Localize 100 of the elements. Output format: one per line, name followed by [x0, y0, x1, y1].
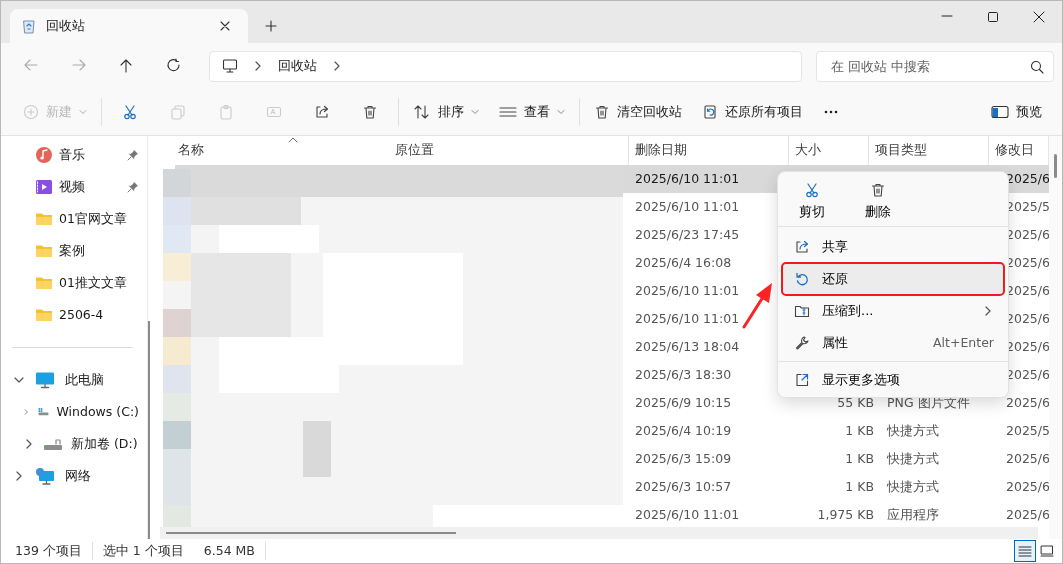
tree-item[interactable]: 网络: [1, 460, 147, 492]
scissors-icon: [804, 182, 820, 198]
empty-bin-button[interactable]: 清空回收站: [584, 95, 692, 129]
caret-icon: [79, 108, 87, 116]
refresh-icon: [165, 58, 182, 74]
sidebar-item[interactable]: 视频: [1, 171, 147, 203]
table-cell-text: 2025/6/10 11:01: [634, 169, 741, 188]
table-cell-text: 2025/6/10 11:01: [634, 281, 741, 300]
preview-button[interactable]: 预览: [981, 95, 1052, 129]
undo-icon: [794, 271, 810, 287]
address-bar[interactable]: 回收站: [208, 50, 802, 82]
folder-icon: [35, 275, 53, 291]
tree-item[interactable]: Windows (C:): [1, 396, 147, 428]
table-cell-text: 快捷方式: [886, 477, 940, 496]
plus-icon: [23, 104, 39, 120]
table-cell-text: 2025/6/9 10:15: [634, 393, 733, 412]
sidebar-item[interactable]: 音乐: [1, 139, 147, 171]
menu-item[interactable]: 压缩到...: [782, 295, 1004, 327]
table-cell-text: 2025/6: [1006, 477, 1051, 496]
sidebar-item[interactable]: 01官网文章: [1, 203, 147, 235]
sort-button[interactable]: 排序: [403, 95, 489, 129]
delete-button[interactable]: 删除: [852, 178, 904, 222]
monitor-icon: [35, 371, 55, 389]
table-cell-text: 2025/5: [1006, 421, 1051, 440]
table-cell-text: 1 KB: [844, 477, 874, 496]
menu-item[interactable]: 属性 Alt+Enter: [782, 327, 1004, 359]
trash-icon: [870, 182, 886, 198]
search-icon: [1030, 59, 1044, 74]
menu-item[interactable]: 显示更多选项: [782, 364, 1004, 396]
music-icon: [35, 146, 53, 164]
table-cell-text: 2025/6: [1006, 449, 1051, 468]
clipboard-icon: [218, 104, 234, 120]
recycle-bin-icon: [22, 18, 36, 34]
maximize-icon: [987, 11, 999, 23]
table-cell-text: 2025/6/10 11:01: [634, 505, 741, 524]
table-cell-text: 2025/6/3 18:30: [634, 365, 733, 384]
selection-size: 6.54 MB: [193, 541, 266, 561]
sort-icon: [413, 104, 431, 120]
monitor-icon: [221, 58, 238, 74]
table-cell-text: 2025/6: [1006, 393, 1051, 412]
table-cell-text: 1,975 KB: [816, 505, 874, 524]
restore-all-button[interactable]: 还原所有项目: [692, 95, 813, 129]
table-cell-text: 1 KB: [844, 421, 874, 440]
restore-icon: [702, 104, 718, 120]
lines-icon: [499, 104, 517, 120]
network-icon: [35, 467, 55, 485]
item-count: 139 个项目: [15, 541, 93, 561]
rename-icon: [266, 104, 282, 120]
view-button[interactable]: 查看: [489, 95, 575, 129]
table-cell-text: 2025/6: [1006, 169, 1051, 188]
zip-folder-icon: [794, 303, 810, 319]
scissors-icon: [122, 104, 138, 120]
table-cell-text: 2025/6/3 15:09: [634, 449, 733, 468]
folder-icon: [35, 307, 53, 323]
search-field[interactable]: 在 回收站 中搜索: [815, 50, 1054, 82]
close-icon: [1033, 11, 1045, 23]
copy-icon: [170, 104, 186, 120]
close-icon: [220, 21, 230, 31]
sidebar-item[interactable]: 2506-4: [1, 299, 147, 331]
sidebar-item[interactable]: 01推文文章: [1, 267, 147, 299]
menu-item[interactable]: 共享: [782, 231, 1004, 263]
trash-icon: [594, 104, 610, 120]
table-cell-text: 快捷方式: [886, 421, 940, 440]
share-icon: [314, 104, 330, 120]
tiles-icon: [1040, 545, 1054, 557]
table-cell-text: 2025/6/3 10:57: [634, 477, 733, 496]
table-cell-text: 2025/6: [1006, 505, 1051, 524]
tab-title: 回收站: [46, 16, 86, 35]
wrench-icon: [794, 335, 810, 351]
window-tab[interactable]: 回收站: [10, 9, 248, 43]
drive-icon: [43, 436, 63, 452]
table-cell-text: 55 KB: [836, 393, 874, 412]
table-cell-text: 2025/6/10 11:01: [634, 309, 741, 328]
video-icon: [35, 178, 53, 196]
table-cell-text: 2025/6/10 11:01: [634, 197, 741, 216]
preview-pane-icon: [991, 105, 1009, 119]
table-cell-text: 2025/6/13 18:04: [634, 337, 741, 356]
sort-caret-icon: [288, 137, 298, 143]
details-view-button[interactable]: [1014, 540, 1036, 562]
plus-icon: [265, 20, 277, 32]
folder-icon: [35, 211, 53, 227]
menu-item[interactable]: 还原: [782, 263, 1004, 295]
folder-icon: [35, 243, 53, 259]
table-cell-text: 2025/6/4 10:19: [634, 421, 733, 440]
cut-button[interactable]: 剪切: [786, 178, 838, 222]
table-cell-text: 应用程序: [886, 505, 940, 524]
tree-item[interactable]: 此电脑: [1, 364, 147, 396]
table-cell-text: 1 KB: [844, 449, 874, 468]
breadcrumb[interactable]: 回收站: [277, 56, 317, 76]
table-cell-text: 快捷方式: [886, 449, 940, 468]
tree-item[interactable]: 新加卷 (D:): [1, 428, 147, 460]
sidebar-item[interactable]: 案例: [1, 235, 147, 267]
table-cell-text: 2025/6/23 17:45: [634, 225, 741, 244]
caret-icon: [557, 108, 565, 116]
external-icon: [794, 372, 810, 388]
caret-icon: [471, 108, 479, 116]
table-cell-text: 2025/6/4 16:08: [634, 253, 733, 272]
trash-icon: [362, 104, 378, 120]
selection-count: 选中 1 个项目: [101, 541, 185, 560]
column-header[interactable]: 名称: [160, 136, 389, 165]
